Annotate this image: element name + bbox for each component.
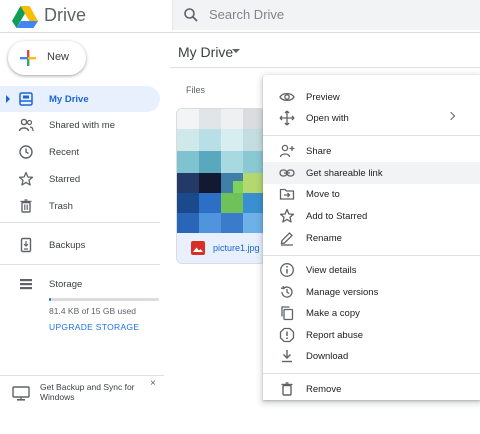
files-section-label: Files bbox=[186, 85, 206, 95]
menu-item-label: Manage versions bbox=[306, 287, 379, 298]
menu-divider bbox=[263, 135, 480, 136]
storage-used-text: 81.4 KB of 15 GB used bbox=[49, 306, 136, 316]
search-icon[interactable] bbox=[183, 7, 199, 23]
app-brand[interactable]: Drive bbox=[44, 5, 86, 26]
menu-item-label: View details bbox=[306, 265, 357, 276]
sidebar-item-starred[interactable]: Starred bbox=[0, 166, 160, 192]
menu-item-label: Preview bbox=[306, 92, 340, 103]
context-menu: Preview Open with Share Get shareable li… bbox=[263, 75, 480, 400]
sidebar-item-storage[interactable]: Storage bbox=[0, 271, 160, 297]
drive-logo-icon[interactable] bbox=[12, 6, 38, 28]
menu-item-manage-versions[interactable]: Manage versions bbox=[263, 281, 480, 303]
menu-item-remove[interactable]: Remove bbox=[263, 378, 480, 400]
sidebar-item-trash[interactable]: Trash bbox=[0, 193, 160, 219]
new-button[interactable]: New bbox=[8, 41, 86, 75]
trash-icon bbox=[18, 198, 34, 214]
backup-icon bbox=[18, 237, 34, 253]
main-divider bbox=[170, 67, 480, 68]
sidebar-item-label: Shared with me bbox=[49, 120, 116, 131]
person-add-icon bbox=[279, 143, 295, 159]
people-icon bbox=[18, 117, 34, 133]
menu-item-rename[interactable]: Rename bbox=[263, 227, 480, 249]
search-input[interactable]: Search Drive bbox=[209, 7, 284, 22]
star-icon bbox=[279, 208, 295, 224]
menu-item-get-link[interactable]: Get shareable link bbox=[263, 162, 480, 184]
folder-move-icon bbox=[279, 186, 295, 202]
menu-item-label: Remove bbox=[306, 384, 342, 395]
trash-icon bbox=[279, 381, 295, 397]
expand-caret-icon[interactable] bbox=[6, 95, 10, 103]
menu-item-download[interactable]: Download bbox=[263, 345, 480, 367]
menu-item-label: Rename bbox=[306, 233, 342, 244]
clock-icon bbox=[18, 144, 34, 160]
storage-icon bbox=[18, 276, 34, 292]
menu-item-add-starred[interactable]: Add to Starred bbox=[263, 205, 480, 227]
chevron-right-icon bbox=[446, 111, 456, 121]
move-arrows-icon bbox=[279, 110, 295, 126]
sidebar-divider bbox=[0, 222, 160, 223]
menu-item-label: Move to bbox=[306, 189, 340, 200]
chevron-down-icon[interactable] bbox=[232, 49, 240, 53]
new-button-label: New bbox=[47, 51, 70, 63]
top-bar: Drive Search Drive bbox=[0, 0, 480, 33]
plus-icon bbox=[20, 50, 36, 66]
menu-item-report-abuse[interactable]: Report abuse bbox=[263, 324, 480, 346]
upgrade-storage-link[interactable]: UPGRADE STORAGE bbox=[49, 322, 139, 332]
file-name: picture1.jpg bbox=[213, 243, 260, 253]
sidebar: New My Drive Shared with me Recent Starr… bbox=[0, 33, 164, 434]
menu-item-label: Share bbox=[306, 146, 332, 157]
menu-item-label: Download bbox=[306, 351, 349, 362]
sidebar-item-label: Storage bbox=[49, 279, 83, 290]
info-icon bbox=[279, 262, 295, 278]
menu-item-label: Add to Starred bbox=[306, 211, 368, 222]
sidebar-item-label: Recent bbox=[49, 147, 80, 158]
sidebar-item-label: Trash bbox=[49, 201, 73, 212]
menu-item-share[interactable]: Share bbox=[263, 140, 480, 162]
file-footer[interactable]: picture1.jpg bbox=[177, 233, 265, 263]
file-card[interactable]: picture1.jpg bbox=[176, 108, 266, 264]
history-icon bbox=[279, 284, 295, 300]
menu-item-label: Make a copy bbox=[306, 308, 360, 319]
star-icon bbox=[18, 171, 34, 187]
sidebar-item-backups[interactable]: Backups bbox=[0, 232, 160, 258]
sidebar-item-shared[interactable]: Shared with me bbox=[0, 112, 160, 138]
sidebar-item-label: My Drive bbox=[49, 94, 89, 105]
menu-item-view-details[interactable]: View details bbox=[263, 259, 480, 281]
pencil-icon bbox=[279, 230, 295, 246]
sidebar-divider bbox=[0, 264, 160, 265]
eye-icon bbox=[279, 89, 295, 105]
menu-divider bbox=[263, 255, 480, 256]
menu-item-label: Get shareable link bbox=[306, 168, 383, 179]
menu-item-label: Open with bbox=[306, 113, 349, 124]
sidebar-item-recent[interactable]: Recent bbox=[0, 139, 160, 165]
my-drive-icon bbox=[18, 91, 34, 107]
link-icon bbox=[279, 165, 295, 181]
menu-item-label: Report abuse bbox=[306, 330, 364, 341]
storage-progress-fill bbox=[49, 298, 51, 301]
storage-progress-bar bbox=[49, 298, 159, 301]
sidebar-item-my-drive[interactable]: My Drive bbox=[0, 86, 160, 112]
download-icon bbox=[279, 348, 295, 364]
breadcrumb[interactable]: My Drive bbox=[178, 44, 233, 60]
sidebar-item-label: Backups bbox=[49, 240, 86, 251]
report-icon bbox=[279, 327, 295, 343]
search-box[interactable]: Search Drive bbox=[172, 0, 480, 30]
backup-promo[interactable]: Get Backup and Sync for Windows × bbox=[0, 375, 164, 434]
menu-item-move-to[interactable]: Move to bbox=[263, 183, 480, 205]
menu-item-open-with[interactable]: Open with bbox=[263, 107, 480, 129]
copy-icon bbox=[279, 305, 295, 321]
image-file-icon bbox=[191, 241, 205, 255]
promo-text: Get Backup and Sync for Windows bbox=[40, 382, 135, 402]
menu-divider bbox=[263, 373, 480, 374]
sidebar-item-label: Starred bbox=[49, 174, 81, 185]
menu-item-make-copy[interactable]: Make a copy bbox=[263, 302, 480, 324]
close-icon[interactable]: × bbox=[150, 378, 156, 389]
menu-item-preview[interactable]: Preview bbox=[263, 86, 480, 108]
file-thumbnail bbox=[177, 109, 265, 233]
